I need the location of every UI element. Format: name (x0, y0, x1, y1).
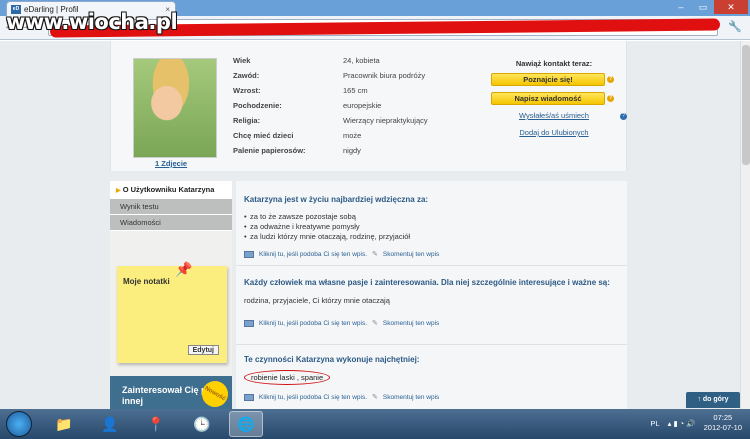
thumbs-up-icon (244, 319, 254, 327)
help-icon[interactable]: ? (607, 76, 614, 83)
entry-actions: Kliknij tu, jeśli podoba Ci się ten wpis… (244, 319, 619, 327)
fact-row: Religia: Wierzący niepraktykujący (233, 116, 428, 125)
entry-actions: Kliknij tu, jeśli podoba Ci się ten wpis… (244, 393, 619, 401)
photos-link[interactable]: 1 Zdjęcie (155, 159, 187, 168)
fact-row: Chcę mieć dzieci może (233, 131, 362, 140)
sidebar-item-messages[interactable]: Wiadomości (110, 215, 232, 231)
add-to-favorites-link[interactable]: Dodaj do Ulubionych (491, 128, 617, 137)
clock-app-icon[interactable]: 🕒 (185, 411, 219, 437)
list-item: za to że zawsze pozostaje sobą (244, 212, 619, 222)
windows-taskbar: 📁 👤 📍 🕒 🌐 PL ▴ ▮ ◔ 🔊 07:25 2012-07-10 (0, 409, 750, 439)
fact-row: Pochodzenie: europejskie (233, 101, 382, 110)
start-button[interactable] (6, 411, 32, 437)
close-window-button[interactable]: ✕ (714, 0, 748, 14)
pencil-icon: ✎ (372, 251, 378, 258)
maximize-button[interactable]: ▭ (692, 0, 714, 14)
pushpin-icon: 📌 (175, 261, 193, 277)
comment-entry-link[interactable]: Skomentuj ten wpis (383, 394, 439, 401)
section-activities: Te czynności Katarzyna wykonuje najchętn… (244, 354, 619, 401)
smile-sent-link[interactable]: Wysłałeś/aś uśmiech? (491, 111, 627, 120)
activities-text: robienie laski , spanie (244, 370, 619, 385)
contact-heading: Nawiąż kontakt teraz: (515, 59, 593, 68)
minimize-button[interactable]: – (670, 0, 692, 14)
section-title: Te czynności Katarzyna wykonuje najchętn… (244, 355, 420, 364)
arrow-right-icon: ▶ (116, 188, 121, 194)
meet-button[interactable]: Poznajcie się!? (491, 73, 614, 86)
thumbs-up-icon (244, 250, 254, 258)
profile-facts: Wiek 24, kobieta Zawód: Pracownik biura po… (233, 56, 428, 161)
profile-content: Katarzyna jest w życiu najbardziej wdzię… (236, 181, 627, 409)
circled-text: robienie laski , spanie (244, 370, 331, 385)
user-icon[interactable]: 👤 (93, 411, 127, 437)
scrollbar-thumb[interactable] (742, 45, 750, 165)
section-passions: Każdy człowiek ma własne pasje i zainter… (244, 277, 619, 327)
comment-entry-link[interactable]: Skomentuj ten wpis (383, 320, 439, 327)
edit-notes-button[interactable]: Edytuj (187, 345, 219, 355)
fact-row: Zawód: Pracownik biura podróży (233, 71, 426, 80)
language-indicator[interactable]: PL (650, 419, 659, 428)
tray-icons[interactable]: ▴ ▮ ◔ 🔊 (668, 419, 696, 428)
list-item: za ludzi którzy mnie otaczają, rodzinę, … (244, 232, 619, 242)
system-tray: PL ▴ ▮ ◔ 🔊 07:25 2012-07-10 (650, 413, 742, 433)
section-title: Każdy człowiek ma własne pasje i zainter… (244, 278, 610, 287)
divider (236, 344, 627, 345)
like-entry-link[interactable]: Kliknij tu, jeśli podoba Ci się ten wpis… (259, 320, 367, 327)
pencil-icon: ✎ (372, 394, 378, 401)
page-scrollbar[interactable] (740, 41, 750, 409)
thumbs-up-icon (244, 393, 254, 401)
fact-row: Palenie papierosów: nigdy (233, 146, 361, 155)
list-item: za odważne i kreatywne pomysły (244, 222, 619, 232)
section-title: Katarzyna jest w życiu najbardziej wdzię… (244, 195, 429, 204)
promo-banner[interactable]: Zainteresował Cię profil innej Nowość (110, 376, 233, 409)
page-viewport: 1 Zdjęcie Wiek 24, kobieta Zawód: Pracowni… (0, 41, 740, 409)
notes-title: Moje notatki (123, 277, 170, 286)
profile-header: 1 Zdjęcie Wiek 24, kobieta Zawód: Pracowni… (110, 41, 627, 171)
grateful-list: za to że zawsze pozostaje sobą za odważn… (244, 212, 619, 242)
watermark-logo: www.wiocha.pl (6, 10, 178, 34)
like-entry-link[interactable]: Kliknij tu, jeśli podoba Ci się ten wpis… (259, 251, 367, 258)
left-sidebar: ▶ O Użytkowniku Katarzyna Wynik testu Wi… (110, 181, 233, 409)
passions-text: rodzina, przyjaciele, Ci którzy mnie ota… (244, 296, 390, 305)
clock[interactable]: 07:25 2012-07-10 (704, 413, 742, 433)
window-controls: – ▭ ✕ (670, 0, 748, 14)
profile-photo[interactable] (133, 58, 217, 158)
divider (236, 265, 627, 266)
contact-panel: Nawiąż kontakt teraz: Poznajcie się!? Na… (491, 59, 627, 145)
fact-row: Wiek 24, kobieta (233, 56, 380, 65)
back-to-top-button[interactable]: ↑ do góry (686, 392, 740, 408)
folder-icon[interactable]: 📁 (47, 411, 81, 437)
write-message-button[interactable]: Napisz wiadomość? (491, 92, 614, 105)
pencil-icon: ✎ (372, 320, 378, 327)
help-icon[interactable]: ? (607, 95, 614, 102)
comment-entry-link[interactable]: Skomentuj ten wpis (383, 251, 439, 258)
sidebar-item-test-result[interactable]: Wynik testu (110, 199, 232, 215)
entry-actions: Kliknij tu, jeśli podoba Ci się ten wpis… (244, 250, 619, 258)
notes-sticky: 📌 Moje notatki Edytuj (117, 261, 227, 363)
help-icon[interactable]: ? (620, 113, 627, 120)
fact-row: Wzrost: 165 cm (233, 86, 368, 95)
chrome-icon[interactable]: 🌐 (229, 411, 263, 437)
like-entry-link[interactable]: Kliknij tu, jeśli podoba Ci się ten wpis… (259, 394, 367, 401)
about-user-heading[interactable]: ▶ O Użytkowniku Katarzyna (110, 181, 232, 199)
wrench-icon[interactable]: 🔧 (728, 20, 742, 33)
pushpin-app-icon[interactable]: 📍 (139, 411, 173, 437)
section-grateful: Katarzyna jest w życiu najbardziej wdzię… (244, 194, 619, 258)
